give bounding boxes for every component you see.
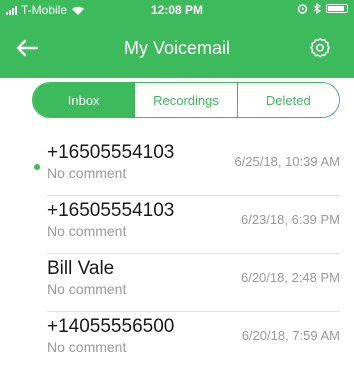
voicemail-time: 6/23/18, 6:39 PM bbox=[240, 212, 340, 227]
status-right bbox=[297, 3, 348, 14]
voicemail-row[interactable]: +14055556500 No comment 6/20/18, 7:59 AM bbox=[0, 312, 354, 370]
caller-name: +16505554103 bbox=[47, 200, 175, 221]
gear-icon bbox=[310, 37, 331, 58]
tab-deleted[interactable]: Deleted bbox=[237, 83, 339, 117]
alarm-icon bbox=[297, 4, 308, 14]
app-header: T-Mobile 12:08 PM My Voicemail bbox=[0, 0, 354, 78]
voicemail-list: +16505554103 No comment 6/25/18, 10:39 A… bbox=[0, 138, 354, 370]
page-title: My Voicemail bbox=[123, 38, 231, 58]
voicemail-comment: No comment bbox=[47, 339, 127, 355]
status-bar: T-Mobile 12:08 PM bbox=[0, 0, 354, 20]
unread-dot-icon bbox=[34, 164, 40, 170]
bluetooth-icon bbox=[313, 3, 321, 14]
voicemail-comment: No comment bbox=[47, 165, 127, 181]
voicemail-time: 6/20/18, 2:48 PM bbox=[240, 270, 340, 285]
caller-name: +14055556500 bbox=[47, 316, 175, 337]
voicemail-row[interactable]: +16505554103 No comment 6/23/18, 6:39 PM bbox=[0, 196, 354, 254]
voicemail-comment: No comment bbox=[47, 281, 127, 297]
voicemail-time: 6/25/18, 10:39 AM bbox=[234, 154, 340, 169]
voicemail-comment: No comment bbox=[47, 223, 127, 239]
voicemail-row[interactable]: +16505554103 No comment 6/25/18, 10:39 A… bbox=[0, 138, 354, 196]
voicemail-time: 6/20/18, 7:59 AM bbox=[241, 328, 340, 343]
tab-inbox[interactable]: Inbox bbox=[33, 83, 136, 117]
caller-name: +16505554103 bbox=[47, 142, 175, 163]
tab-recordings[interactable]: Recordings bbox=[135, 83, 238, 117]
settings-button[interactable] bbox=[304, 32, 336, 64]
battery-icon bbox=[326, 4, 348, 13]
voicemail-tabs: Inbox Recordings Deleted bbox=[32, 82, 340, 118]
voicemail-row[interactable]: Bill Vale No comment 6/20/18, 2:48 PM bbox=[0, 254, 354, 312]
caller-name: Bill Vale bbox=[47, 258, 115, 279]
nav-bar: My Voicemail bbox=[0, 26, 354, 70]
